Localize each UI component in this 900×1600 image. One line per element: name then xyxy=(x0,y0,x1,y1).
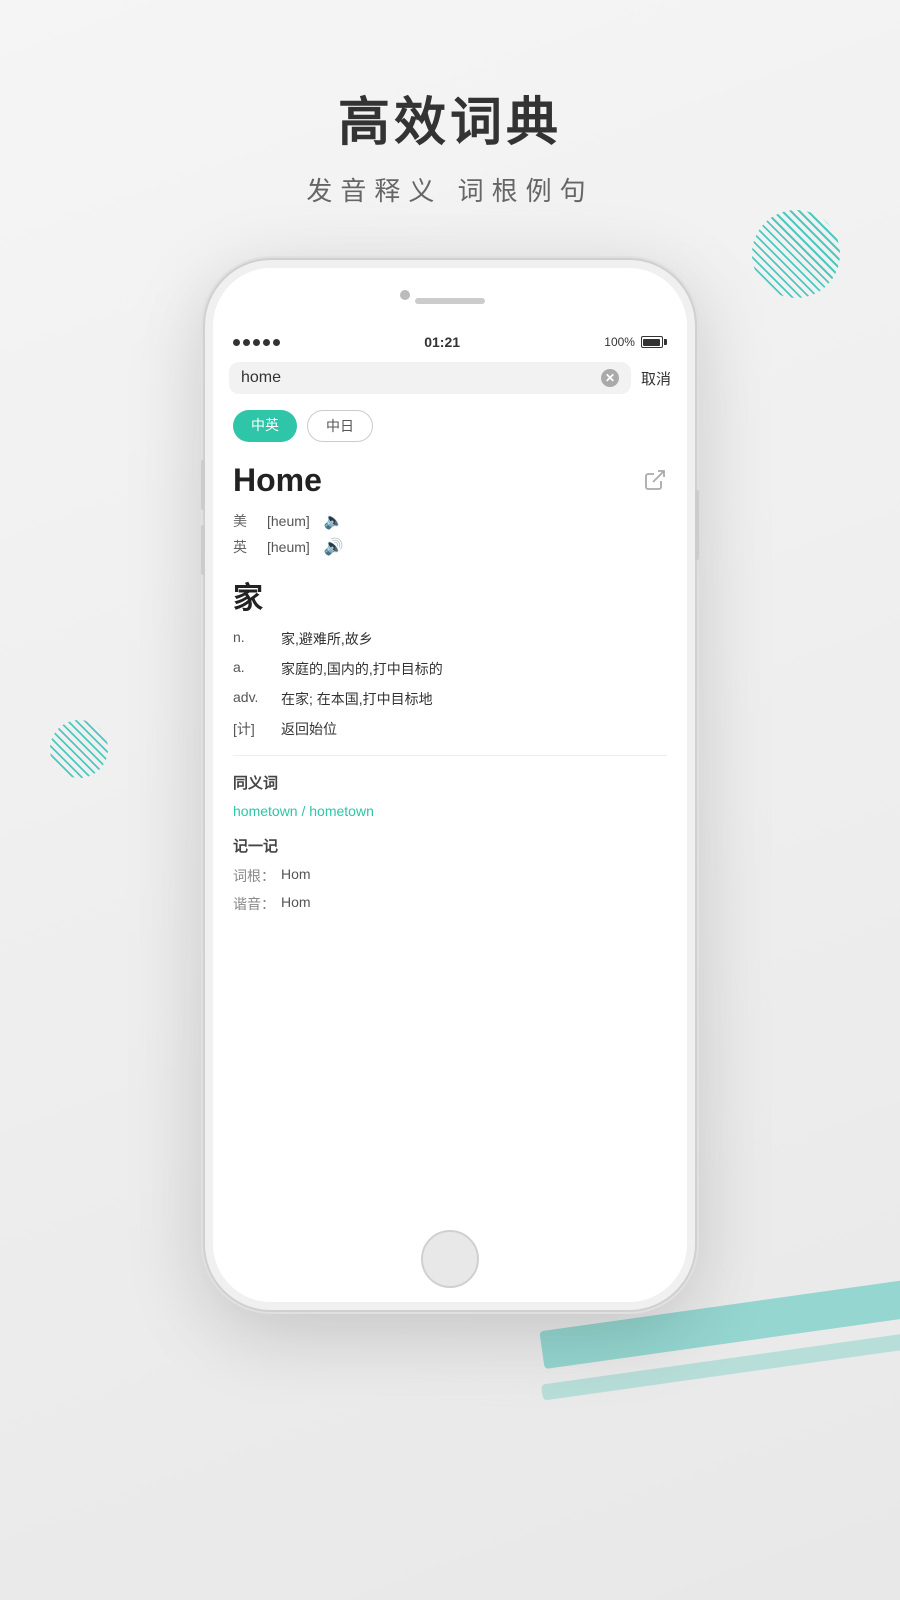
phonetic-us: 美 [heum] 🔈 xyxy=(233,511,667,531)
memory-sound-value: Hom xyxy=(281,894,311,914)
phone-screen: 01:21 100% home ✕ 取消 xyxy=(219,328,681,1220)
battery-icon xyxy=(641,336,667,348)
section-divider xyxy=(233,755,667,756)
pos-adj: a. xyxy=(233,659,281,679)
tab-chinese-japanese[interactable]: 中日 xyxy=(307,410,373,442)
def-text-comp: 返回始位 xyxy=(281,719,667,739)
search-cancel-button[interactable]: 取消 xyxy=(641,368,671,389)
battery-fill xyxy=(643,339,660,346)
definition-row-comp: [计] 返回始位 xyxy=(233,719,667,739)
status-bar: 01:21 100% xyxy=(219,328,681,354)
battery-tip xyxy=(664,339,667,345)
definition-row-n: n. 家,避难所,故乡 xyxy=(233,629,667,649)
memory-root-value: Hom xyxy=(281,866,311,886)
speaker-icon-us[interactable]: 🔈 xyxy=(324,511,344,531)
signal-indicator xyxy=(233,339,280,346)
synonyms-section-title: 同义词 xyxy=(233,772,667,793)
pos-comp: [计] xyxy=(233,719,281,739)
def-text-noun: 家,避难所,故乡 xyxy=(281,629,667,649)
phone-speaker xyxy=(415,298,485,304)
power-button[interactable] xyxy=(695,490,699,560)
search-clear-button[interactable]: ✕ xyxy=(601,369,619,387)
phonetic-lang-uk: 英 xyxy=(233,537,253,557)
memory-sound-label: 谐音： xyxy=(233,894,281,914)
page-subtitle: 发音释义 词根例句 xyxy=(0,171,900,208)
page-header: 高效词典 发音释义 词根例句 xyxy=(0,80,900,208)
phonetic-ipa-uk: [heum] xyxy=(267,539,310,555)
definition-row-a: a. 家庭的,国内的,打中目标的 xyxy=(233,659,667,679)
phone-mockup: 01:21 100% home ✕ 取消 xyxy=(205,260,695,1310)
deco-circle-top-right xyxy=(752,210,840,298)
battery-body xyxy=(641,336,663,348)
memory-root: 词根： Hom xyxy=(233,866,667,886)
speaker-icon-uk[interactable]: 🔊 xyxy=(324,537,344,557)
volume-button-up[interactable] xyxy=(201,460,205,510)
def-text-adv: 在家; 在本国,打中目标地 xyxy=(281,689,667,709)
page-title: 高效词典 xyxy=(0,80,900,155)
memory-sound: 谐音： Hom xyxy=(233,894,667,914)
signal-dot-2 xyxy=(243,339,250,346)
memory-section-title: 记一记 xyxy=(233,835,667,856)
language-tabs: 中英 中日 xyxy=(219,402,681,452)
status-time: 01:21 xyxy=(424,334,460,350)
search-area: home ✕ 取消 xyxy=(219,354,681,402)
signal-dot-1 xyxy=(233,339,240,346)
search-input-text: home xyxy=(241,369,595,387)
definition-row-adv: adv. 在家; 在本国,打中目标地 xyxy=(233,689,667,709)
volume-button-down[interactable] xyxy=(201,525,205,575)
chinese-word: 家 xyxy=(233,573,667,617)
status-right: 100% xyxy=(604,335,667,349)
phone-camera xyxy=(400,290,410,300)
phone-home-button[interactable] xyxy=(421,1230,479,1288)
memory-root-label: 词根： xyxy=(233,866,281,886)
word-title: Home xyxy=(233,462,322,499)
def-text-adj: 家庭的,国内的,打中目标的 xyxy=(281,659,667,679)
tab-chinese-english[interactable]: 中英 xyxy=(233,410,297,442)
signal-dot-3 xyxy=(253,339,260,346)
phonetic-ipa-us: [heum] xyxy=(267,513,310,529)
phonetic-lang-us: 美 xyxy=(233,511,253,531)
pos-noun: n. xyxy=(233,629,281,649)
pos-adv: adv. xyxy=(233,689,281,709)
word-header: Home xyxy=(233,462,667,499)
signal-dot-5 xyxy=(273,339,280,346)
synonym-links[interactable]: hometown / hometown xyxy=(233,803,667,819)
deco-circle-left xyxy=(50,720,108,778)
dictionary-content: Home 美 [heum] 🔈 英 [heum] 🔊 xyxy=(219,452,681,1214)
phone-body: 01:21 100% home ✕ 取消 xyxy=(205,260,695,1310)
share-icon[interactable] xyxy=(643,468,667,492)
battery-percent: 100% xyxy=(604,335,635,349)
phonetic-uk: 英 [heum] 🔊 xyxy=(233,537,667,557)
search-input-box[interactable]: home ✕ xyxy=(229,362,631,394)
signal-dot-4 xyxy=(263,339,270,346)
